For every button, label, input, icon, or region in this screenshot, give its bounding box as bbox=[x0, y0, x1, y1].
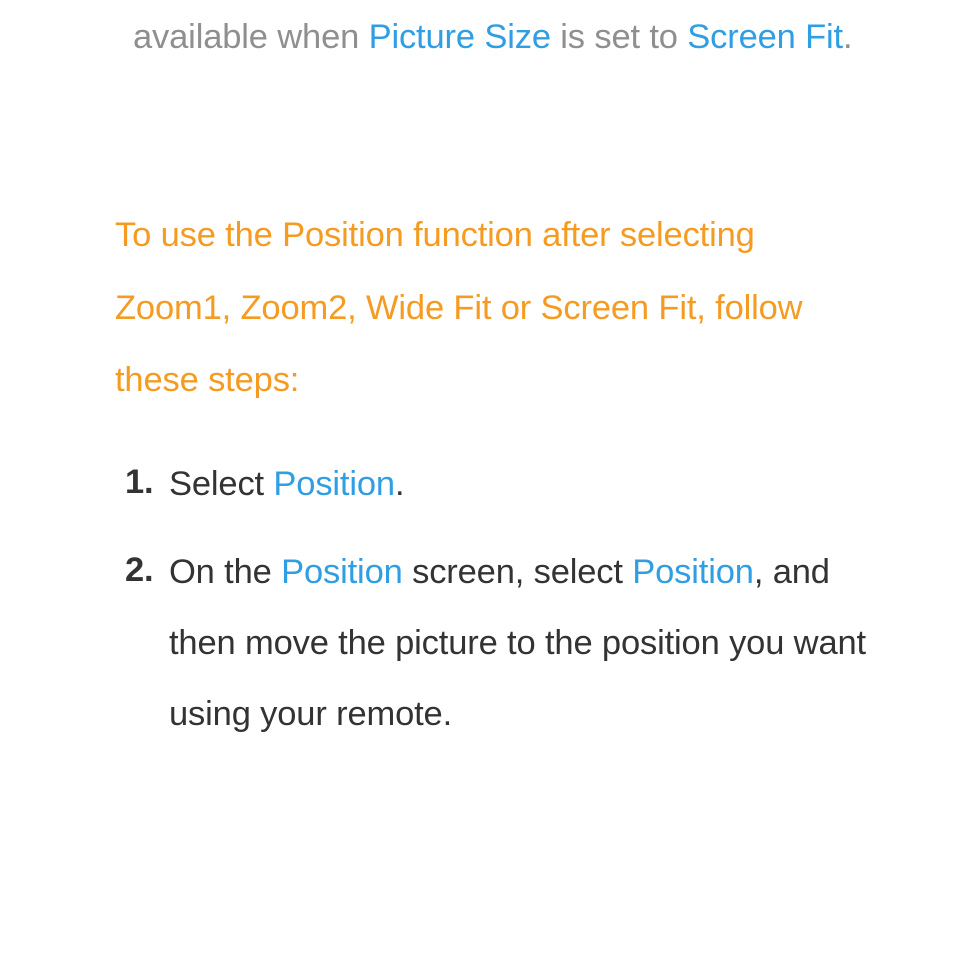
list-item: 1.Select Position. bbox=[125, 449, 894, 520]
text-fragment: available when bbox=[133, 18, 369, 56]
link-screen-fit: Screen Fit bbox=[687, 18, 843, 56]
list-item-number: 1. bbox=[125, 449, 169, 516]
link-position: Position bbox=[632, 553, 754, 591]
link-position: Position bbox=[273, 465, 395, 503]
heading-text: To use the Position function after selec… bbox=[115, 216, 802, 399]
text-fragment: . bbox=[843, 18, 852, 56]
link-position: Position bbox=[281, 553, 403, 591]
text-fragment: is set to bbox=[551, 18, 687, 56]
text-fragment: . bbox=[395, 465, 404, 503]
list-item-body: Select Position. bbox=[169, 449, 894, 520]
ordered-list: 1.Select Position.2.On the Position scre… bbox=[115, 417, 894, 750]
paragraph-intro: available when Picture Size is set to Sc… bbox=[115, 0, 894, 71]
text-fragment: screen, select bbox=[403, 553, 633, 591]
text-fragment: Select bbox=[169, 465, 273, 503]
list-item-body: On the Position screen, select Position,… bbox=[169, 537, 894, 749]
link-picture-size: Picture Size bbox=[369, 18, 551, 56]
list-item: 2.On the Position screen, select Positio… bbox=[125, 537, 894, 749]
paragraph-instruction-heading: To use the Position function after selec… bbox=[115, 71, 894, 416]
text-fragment: On the bbox=[169, 553, 281, 591]
list-item-number: 2. bbox=[125, 537, 169, 604]
document-page: available when Picture Size is set to Sc… bbox=[0, 0, 954, 749]
